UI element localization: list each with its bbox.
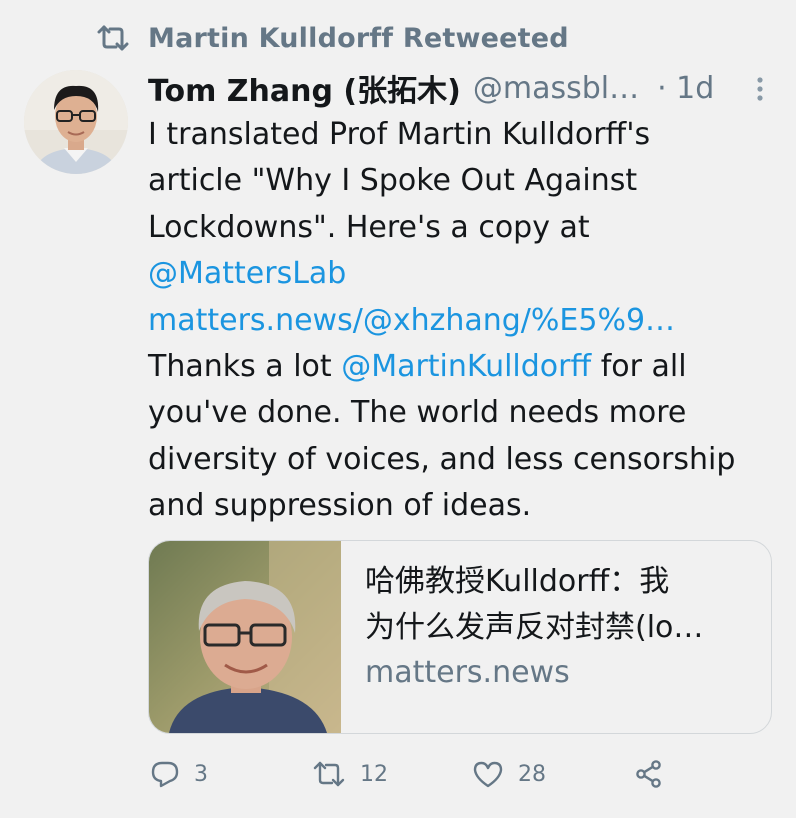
tweet-text-line: Thanks a lot @MartinKulldorff for all [148,344,774,390]
retweet-count: 12 [360,761,388,787]
card-text[interactable]: 哈佛教授Kulldorff：我 为什么发声反对封禁(lo… matters.ne… [365,559,755,695]
tweet-actions: 3 12 28 [148,752,708,796]
like-button[interactable]: 28 [472,752,546,796]
retweet-icon [312,759,346,789]
card-domain[interactable]: matters.news [365,651,755,695]
card-title-line[interactable]: 为什么发声反对封禁(lo… [365,605,755,651]
link-preview-card[interactable]: 哈佛教授Kulldorff：我 为什么发声反对封禁(lo… matters.ne… [148,540,772,734]
share-button[interactable] [634,752,664,796]
tweet-text-line: diversity of voices, and less censorship [148,441,736,477]
tweet[interactable]: Martin Kulldorff Retweeted Tom Zhang (张拓… [0,0,796,818]
avatar[interactable] [24,70,128,174]
reply-count: 3 [194,761,208,787]
heart-icon [472,759,504,789]
author-handle[interactable]: @massbl… [473,71,639,106]
url-link[interactable]: matters.news/@xhzhang/%E5%9… [148,298,774,344]
tweet-text-segment: for all [591,349,687,385]
tweet-text: I translated Prof Martin Kulldorff's art… [148,112,774,530]
tweet-text-line: and suppression of ideas. [148,488,532,524]
share-icon [634,759,664,789]
retweet-button[interactable]: 12 [312,752,388,796]
card-title-line[interactable]: 哈佛教授Kulldorff：我 [365,559,755,605]
tweet-text-line: you've done. The world needs more [148,395,687,431]
tweet-text-line: article "Why I Spoke Out Against [148,163,638,199]
retweet-header[interactable]: Martin Kulldorff Retweeted [96,18,569,58]
card-thumbnail [149,541,341,733]
mention-link-matterslab[interactable]: @MattersLab [148,251,774,297]
tweet-text-line: Lockdowns". Here's a copy at [148,209,590,245]
retweet-icon [96,23,130,53]
tweet-text-segment: Thanks a lot [148,349,342,385]
like-count: 28 [518,761,546,787]
tweet-text-line: I translated Prof Martin Kulldorff's [148,117,651,152]
author-line: Tom Zhang (张拓木) @massbl… · 1d [148,66,768,110]
reply-icon [150,759,180,789]
mention-link-martinkulldorff[interactable]: @MartinKulldorff [341,349,591,384]
more-options-icon[interactable] [754,77,766,101]
retweeted-by-text[interactable]: Martin Kulldorff Retweeted [148,23,569,54]
tweet-timestamp[interactable]: · 1d [657,71,714,106]
author-display-name[interactable]: Tom Zhang (张拓木) [148,66,461,110]
reply-button[interactable]: 3 [150,752,208,796]
